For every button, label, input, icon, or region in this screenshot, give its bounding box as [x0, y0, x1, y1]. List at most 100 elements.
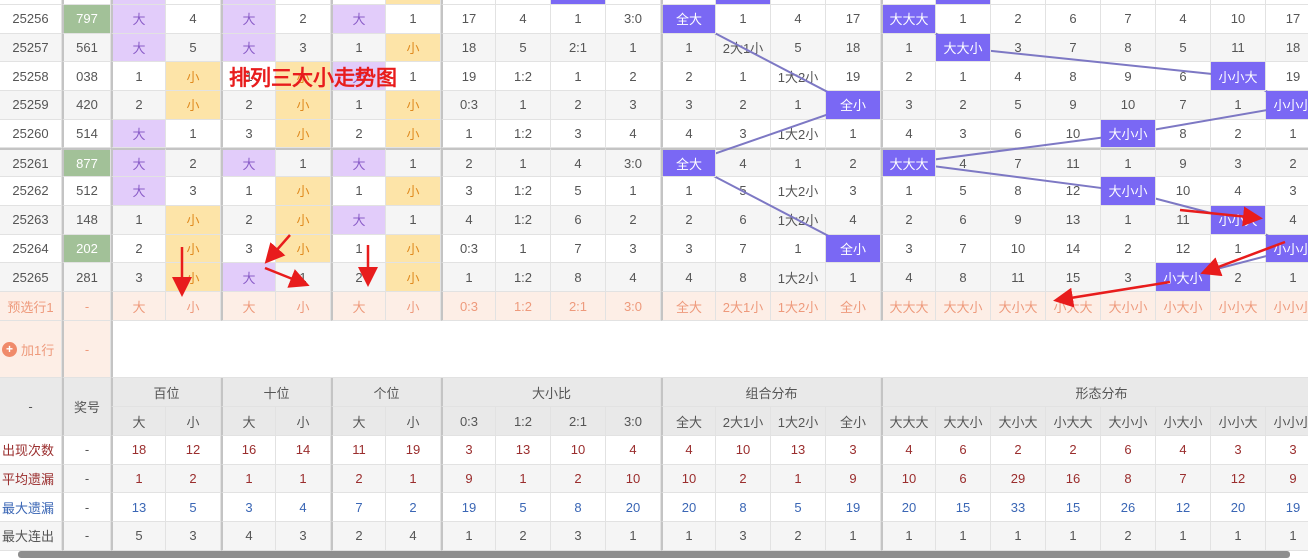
hit-cell: 小小大	[1211, 62, 1266, 92]
stat-value: 9	[826, 464, 881, 494]
chart-title-overlay: 排列三大小走势图	[229, 66, 397, 90]
column-header: 大小大	[991, 407, 1046, 436]
stat-value: 33	[991, 493, 1046, 523]
miss-cell: 1	[386, 205, 441, 235]
miss-cell: 7	[1156, 91, 1211, 120]
stat-value: 7	[331, 493, 386, 523]
trend-table: 25256 797 大 4 大 2 大 1 17 4 1 3:0 全大 1 4 17 大大大 1 2 6 7 4 10 17 2…	[0, 0, 1308, 558]
preselect-option[interactable]: 小小大	[1211, 292, 1266, 321]
hit-cell: 大小小	[1101, 177, 1156, 206]
stat-value: 2	[771, 522, 826, 551]
stat-value: 20	[661, 493, 716, 523]
preselect-option[interactable]: 大大大	[881, 292, 936, 321]
preselect-option[interactable]: 大小大	[991, 292, 1046, 321]
issue-cell: 25258	[0, 62, 62, 92]
miss-cell: 4	[661, 263, 716, 292]
miss-cell: 2	[166, 148, 221, 178]
miss-cell: 2	[661, 62, 716, 92]
hit-cell: 大	[221, 5, 276, 34]
miss-cell: 8	[716, 263, 771, 292]
miss-cell: 2	[881, 205, 936, 235]
stat-value: 1	[496, 464, 551, 494]
preselect-option[interactable]: 大	[331, 292, 386, 321]
miss-cell: 4	[606, 263, 661, 292]
preselect-option[interactable]: 小大小	[1156, 292, 1211, 321]
preselect-option[interactable]: 0:3	[441, 292, 496, 321]
stat-value: 10	[661, 464, 716, 494]
preselect-option[interactable]: 全大	[661, 292, 716, 321]
miss-cell: 1	[551, 5, 606, 34]
miss-cell: 2	[936, 91, 991, 120]
miss-cell: 1	[496, 234, 551, 264]
column-header: 大	[111, 407, 166, 436]
issue-cell: 25259	[0, 91, 62, 120]
miss-cell: 1	[1211, 91, 1266, 120]
preselect-option[interactable]: 1大2小	[771, 292, 826, 321]
preselect-option[interactable]: 大小小	[1101, 292, 1156, 321]
horizontal-scrollbar[interactable]	[18, 551, 1290, 558]
miss-cell: 12	[1046, 177, 1101, 206]
preselect-option[interactable]: 1:2	[496, 292, 551, 321]
preselect-option[interactable]: 小	[166, 292, 221, 321]
miss-cell: 2	[606, 62, 661, 92]
header-corner: -	[0, 378, 62, 436]
miss-cell: 10	[1101, 91, 1156, 120]
miss-cell: 7	[1101, 5, 1156, 34]
hit-cell: 小小小	[1266, 234, 1308, 264]
miss-cell: 4	[936, 148, 991, 178]
preselect-option[interactable]: 3:0	[606, 292, 661, 321]
miss-cell: 3	[606, 91, 661, 120]
miss-cell: 4	[661, 119, 716, 149]
preselect-option[interactable]: 小	[386, 292, 441, 321]
preselect-option[interactable]: 小大大	[1046, 292, 1101, 321]
column-header: 2:1	[551, 407, 606, 436]
miss-cell: 8	[551, 263, 606, 292]
miss-cell: 8	[1156, 119, 1211, 149]
stat-value: 13	[496, 436, 551, 465]
miss-cell: 3	[826, 177, 881, 206]
column-header: 大小小	[1101, 407, 1156, 436]
stat-value: 8	[551, 493, 606, 523]
hit-cell: 大	[331, 5, 386, 34]
hit-cell: 小	[166, 234, 221, 264]
miss-cell: 4	[166, 5, 221, 34]
miss-cell: 1	[331, 177, 386, 206]
column-header: 全小	[826, 407, 881, 436]
preselect-option[interactable]: 2大1小	[716, 292, 771, 321]
group-header: 形态分布	[881, 378, 1308, 407]
miss-cell: 1大2小	[771, 119, 826, 149]
preselect-label[interactable]: 预选行1	[0, 292, 62, 321]
preselect-option[interactable]: 大大小	[936, 292, 991, 321]
stat-value: 6	[936, 464, 991, 494]
preselect-option[interactable]: 小小小	[1266, 292, 1308, 321]
miss-cell: 2	[991, 5, 1046, 34]
group-header: 组合分布	[661, 378, 881, 407]
number-cell: 148	[62, 205, 111, 235]
miss-cell: 1:2	[496, 263, 551, 292]
hit-cell: 小小小	[1266, 91, 1308, 120]
preselect-option[interactable]: 大	[111, 292, 166, 321]
stat-value: 2	[1101, 522, 1156, 551]
miss-cell: 3:0	[606, 148, 661, 178]
preselect-option[interactable]: 全小	[826, 292, 881, 321]
miss-cell: 2	[331, 119, 386, 149]
preselect-option[interactable]: 2:1	[551, 292, 606, 321]
hit-cell: 全大	[661, 5, 716, 34]
stat-value: 1	[606, 522, 661, 551]
stat-value: 7	[1156, 464, 1211, 494]
miss-cell: 1	[496, 91, 551, 120]
hit-cell: 小	[276, 119, 331, 149]
stat-value: 2	[331, 464, 386, 494]
preselect-option[interactable]: 大	[221, 292, 276, 321]
group-header: 个位	[331, 378, 441, 407]
preselect-option[interactable]: 小	[276, 292, 331, 321]
miss-cell: 2	[276, 5, 331, 34]
number-cell: 038	[62, 62, 111, 92]
hit-cell: 大	[111, 33, 166, 63]
stat-value: 1	[1266, 522, 1308, 551]
number-cell: 512	[62, 177, 111, 206]
miss-cell: 2大1小	[716, 33, 771, 63]
hit-cell: 大	[111, 119, 166, 149]
add-row-button[interactable]: + 加1行	[0, 321, 62, 378]
miss-cell: 2	[551, 91, 606, 120]
